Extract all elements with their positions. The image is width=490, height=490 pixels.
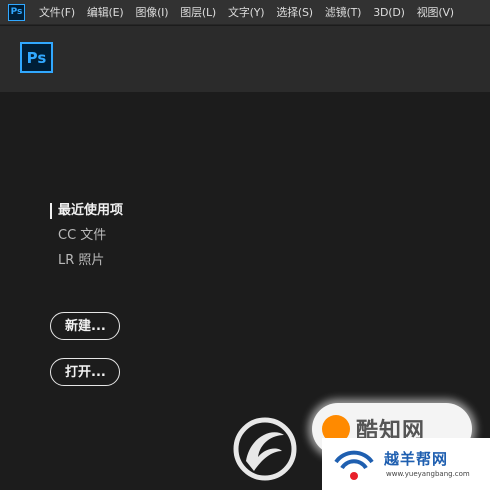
menu-type[interactable]: 文字(Y) (228, 4, 265, 20)
menu-3d[interactable]: 3D(D) (373, 6, 405, 19)
menu-image[interactable]: 图像(I) (135, 4, 168, 20)
watermark-swirl-logo-icon (233, 417, 297, 481)
watermark-wifi-logo-icon (334, 450, 374, 480)
watermark-corner-url: www.yueyangbang.com (386, 470, 470, 478)
photoshop-logo-icon: Ps (20, 42, 53, 73)
new-button[interactable]: 新建... (50, 312, 120, 340)
menu-layer[interactable]: 图层(L) (180, 4, 216, 20)
nav-cc-files[interactable]: CC 文件 (50, 225, 123, 247)
nav-recent[interactable]: 最近使用项 (50, 200, 123, 222)
watermark-corner: 越羊帮网 www.yueyangbang.com (322, 438, 490, 490)
header-band: Ps (0, 26, 490, 92)
menu-edit[interactable]: 编辑(E) (87, 4, 124, 20)
nav-lr-photos[interactable]: LR 照片 (50, 250, 123, 272)
menu-bar: Ps 文件(F) 编辑(E) 图像(I) 图层(L) 文字(Y) 选择(S) 滤… (0, 0, 490, 25)
photoshop-app-icon[interactable]: Ps (8, 3, 25, 21)
watermark-corner-title: 越羊帮网 (384, 450, 449, 468)
menu-filter[interactable]: 滤镜(T) (325, 4, 362, 20)
menu-file[interactable]: 文件(F) (39, 4, 75, 20)
menu-items: 文件(F) 编辑(E) 图像(I) 图层(L) 文字(Y) 选择(S) 滤镜(T… (39, 0, 466, 25)
start-nav: 最近使用项 CC 文件 LR 照片 (50, 200, 123, 275)
menu-view[interactable]: 视图(V) (417, 4, 454, 20)
menu-select[interactable]: 选择(S) (276, 4, 313, 20)
open-button[interactable]: 打开... (50, 358, 120, 386)
